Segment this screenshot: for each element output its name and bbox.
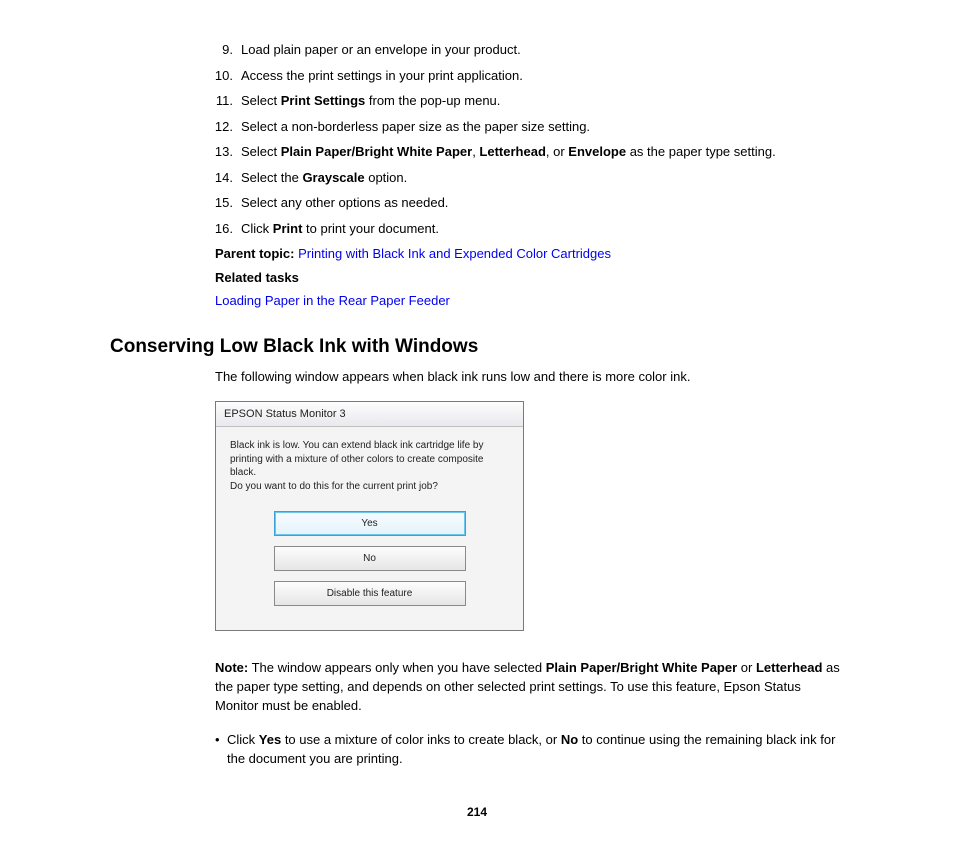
step-item: 11.Select Print Settings from the pop-up… bbox=[205, 91, 844, 111]
step-number: 12. bbox=[205, 117, 241, 137]
step-number: 10. bbox=[205, 66, 241, 86]
step-item: 16.Click Print to print your document. bbox=[205, 219, 844, 239]
section-heading: Conserving Low Black Ink with Windows bbox=[110, 333, 844, 362]
step-text: Select the Grayscale option. bbox=[241, 168, 844, 188]
step-item: 14.Select the Grayscale option. bbox=[205, 168, 844, 188]
dialog-screenshot: EPSON Status Monitor 3 Black ink is low.… bbox=[215, 401, 844, 632]
dialog-message: Black ink is low. You can extend black i… bbox=[230, 439, 509, 493]
step-text: Load plain paper or an envelope in your … bbox=[241, 40, 844, 60]
note-block: Note: The window appears only when you h… bbox=[215, 659, 844, 716]
step-number: 13. bbox=[205, 142, 241, 162]
step-text: Select Print Settings from the pop-up me… bbox=[241, 91, 844, 111]
related-task-link[interactable]: Loading Paper in the Rear Paper Feeder bbox=[215, 293, 450, 308]
step-text: Click Print to print your document. bbox=[241, 219, 844, 239]
step-item: 15.Select any other options as needed. bbox=[205, 193, 844, 213]
step-number: 11. bbox=[205, 91, 241, 111]
step-number: 9. bbox=[205, 40, 241, 60]
step-text: Select a non-borderless paper size as th… bbox=[241, 117, 844, 137]
parent-topic-link[interactable]: Printing with Black Ink and Expended Col… bbox=[298, 246, 611, 261]
step-number: 15. bbox=[205, 193, 241, 213]
parent-topic-block: Parent topic: Printing with Black Ink an… bbox=[215, 244, 844, 311]
step-number: 16. bbox=[205, 219, 241, 239]
step-text: Access the print settings in your print … bbox=[241, 66, 844, 86]
step-item: 10.Access the print settings in your pri… bbox=[205, 66, 844, 86]
dialog-no-button[interactable]: No bbox=[274, 546, 466, 571]
dialog-yes-button[interactable]: Yes bbox=[274, 511, 466, 536]
bullet-body: Click Yes to use a mixture of color inks… bbox=[227, 730, 844, 769]
numbered-steps: 9.Load plain paper or an envelope in you… bbox=[205, 40, 844, 238]
section-intro: The following window appears when black … bbox=[215, 367, 844, 387]
step-item: 12.Select a non-borderless paper size as… bbox=[205, 117, 844, 137]
step-text: Select any other options as needed. bbox=[241, 193, 844, 213]
related-tasks-label: Related tasks bbox=[215, 270, 299, 285]
dialog-title: EPSON Status Monitor 3 bbox=[216, 402, 523, 428]
step-item: 13.Select Plain Paper/Bright White Paper… bbox=[205, 142, 844, 162]
bullet-marker: • bbox=[215, 730, 227, 769]
page-number: 214 bbox=[110, 803, 844, 821]
step-text: Select Plain Paper/Bright White Paper, L… bbox=[241, 142, 844, 162]
bullet-list: • Click Yes to use a mixture of color in… bbox=[215, 730, 844, 769]
note-label: Note: bbox=[215, 660, 248, 675]
note-body: The window appears only when you have se… bbox=[215, 660, 840, 713]
step-number: 14. bbox=[205, 168, 241, 188]
step-item: 9.Load plain paper or an envelope in you… bbox=[205, 40, 844, 60]
parent-topic-label: Parent topic: bbox=[215, 246, 294, 261]
dialog-disable-button[interactable]: Disable this feature bbox=[274, 581, 466, 606]
